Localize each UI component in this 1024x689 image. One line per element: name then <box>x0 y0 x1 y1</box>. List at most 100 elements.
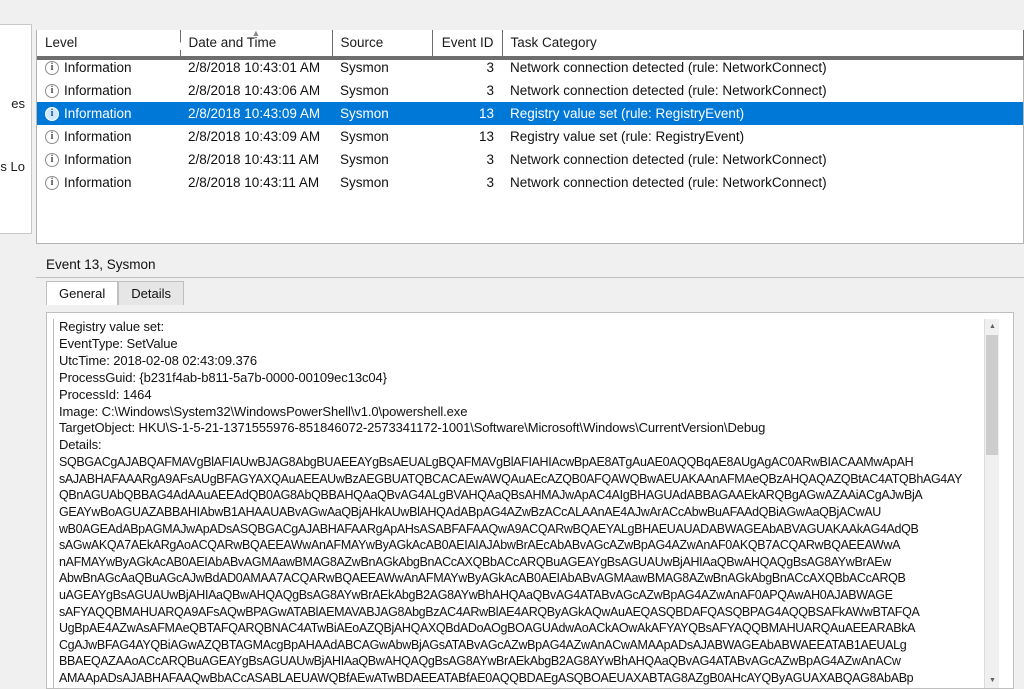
cell-level: i Information <box>37 171 180 194</box>
tab-details[interactable]: Details <box>118 281 184 305</box>
information-icon: i <box>45 60 59 75</box>
column-header-datetime[interactable]: ▲ Date and Time <box>180 28 333 57</box>
table-row-selected[interactable]: i Information 2/8/2018 10:43:09 AM Sysmo… <box>37 102 1023 125</box>
event-line: ProcessId: 1464 <box>59 386 152 402</box>
column-header-source-label: Source <box>340 35 384 51</box>
cell-datetime: 2/8/2018 10:43:09 AM <box>180 102 332 125</box>
cell-level: i Information <box>37 125 180 148</box>
encoded-payload-line: GEAYwBoAGUAZABBAHIAbwB1AHAAUABvAGwAaQBjA… <box>59 505 881 520</box>
cell-level-label: Information <box>64 60 132 76</box>
cell-category: Network connection detected (rule: Netwo… <box>510 83 827 98</box>
event-detail-body[interactable]: Registry value set: EventType: SetValue … <box>46 312 1014 689</box>
encoded-payload-line: QBnAGUAbQBBAG4AdAAuAEEAdQB0AG8AbQBBAHQAa… <box>59 488 923 503</box>
navigation-tree[interactable]: es es Lo <box>0 24 32 234</box>
column-header-level[interactable]: Level <box>37 30 181 57</box>
scroll-down-icon[interactable]: ▼ <box>985 673 999 688</box>
encoded-payload-line: uAGEAYgBsAGUAUwBjAHIAaQBwAHQAQgBsAG8AYwB… <box>59 588 893 602</box>
event-line: Image: C:\Windows\System32\WindowsPowerS… <box>59 403 468 419</box>
scroll-up-icon[interactable]: ▲ <box>985 319 999 334</box>
detail-tabstrip: General Details <box>36 278 1024 305</box>
cell-category: Network connection detected (rule: Netwo… <box>510 175 827 190</box>
main-content: registryautorun Number of events: 6 Leve… <box>36 0 1024 689</box>
table-row[interactable]: i Information 2/8/2018 10:43:11 AM Sysmo… <box>37 148 1023 171</box>
cell-source: Sysmon <box>340 152 389 167</box>
event-table-body: i Information 2/8/2018 10:43:01 AM Sysmo… <box>37 56 1023 194</box>
encoded-payload-line: sAGwAKQA7AEkARgAoACQARwBQAEEAWwAnAFMAYwB… <box>59 538 901 553</box>
information-icon: i <box>45 152 59 167</box>
event-line: ProcessGuid: {b231f4ab-b811-5a7b-0000-00… <box>59 369 387 385</box>
cell-eventid: 13 <box>478 129 494 144</box>
encoded-payload-line: BBAEQAZAAoACcARQBuAGEAYgBsAGUAUwBjAHIAaQ… <box>59 654 901 669</box>
event-detail-title: Event 13, Sysmon <box>46 257 156 272</box>
encoded-payload-line: sAFYAQQBMAHUARQA9AFsAQwBPAGwATABlAEMAVAB… <box>59 604 920 619</box>
information-icon: i <box>45 83 59 98</box>
cell-source: Sysmon <box>340 175 389 190</box>
information-icon: i <box>45 129 59 144</box>
table-row[interactable]: i Information 2/8/2018 10:43:11 AM Sysmo… <box>37 171 1023 194</box>
cell-source: Sysmon <box>332 102 432 125</box>
cell-category: Registry value set (rule: RegistryEvent) <box>510 129 745 144</box>
event-line: EventType: SetValue <box>59 335 178 351</box>
cell-eventid: 3 <box>486 83 494 98</box>
cell-datetime: 2/8/2018 10:43:11 AM <box>188 175 320 190</box>
tree-item-1[interactable]: es Lo <box>0 158 27 175</box>
event-table-header-row: Level ▲ Date and Time Source Event ID Ta… <box>37 28 1023 57</box>
cell-level-label: Information <box>64 175 132 190</box>
cell-eventid: 3 <box>486 175 494 190</box>
cell-level-label: Information <box>64 152 132 167</box>
tab-general-label: General <box>59 286 106 301</box>
column-header-eventid-label: Event ID <box>441 35 494 51</box>
column-header-eventid[interactable]: Event ID <box>432 30 503 57</box>
event-detail-pane: Event 13, Sysmon General Details Registr… <box>36 252 1024 689</box>
table-row[interactable]: i Information 2/8/2018 10:43:09 AM Sysmo… <box>37 125 1023 148</box>
event-line: TargetObject: HKU\S-1-5-21-1371555976-85… <box>59 420 766 436</box>
cell-eventid: 13 <box>432 102 502 125</box>
event-list-pane: registryautorun Number of events: 6 Leve… <box>36 28 1024 244</box>
scrollbar-thumb[interactable] <box>986 335 998 455</box>
encoded-payload-block: SQBGACgAJABQAFMAVgBlAFIAUwBJAG8AbgBUAEEA… <box>59 454 999 688</box>
encoded-payload-line: sAJABHAFAAARgA9AFsAUgBFAGYAXQAuAEEAUwBzA… <box>59 471 962 486</box>
cell-level: i Information <box>37 148 180 171</box>
navigation-pane: es es Lo <box>0 0 36 689</box>
encoded-payload-line: CgAJwBFAG4AYQBiAGwAZQBTAGMAcgBpAHAAdABCA… <box>59 637 907 652</box>
table-row[interactable]: i Information 2/8/2018 10:43:06 AM Sysmo… <box>37 79 1023 102</box>
tab-details-label: Details <box>131 286 171 301</box>
event-line: UtcTime: 2018-02-08 02:43:09.376 <box>59 352 257 368</box>
encoded-payload-line: AMAApADsAJABHAFAAQwBbACcASABLAEUAWQBfAEw… <box>59 670 914 685</box>
event-detail-header: Event 13, Sysmon <box>36 252 1024 278</box>
information-icon: i <box>45 106 59 121</box>
column-header-level-label: Level <box>45 35 78 51</box>
event-viewer-window: es es Lo registryautorun Number of event… <box>0 0 1024 689</box>
cell-datetime: 2/8/2018 10:43:09 AM <box>188 129 321 144</box>
tab-general[interactable]: General <box>46 281 119 305</box>
cell-eventid: 3 <box>486 152 494 167</box>
encoded-payload-line: AbwBnAGcAaQBuAGcAJwBdAD0AMAA7ACQARwBQAEE… <box>59 571 906 586</box>
cell-datetime: 2/8/2018 10:43:11 AM <box>188 152 320 167</box>
event-description-area: Registry value set: EventType: SetValue … <box>53 319 999 688</box>
encoded-payload-line: AGMAaQBlAHMAXABNAGkAYwByAG8AcwBvAGYAdABc… <box>59 687 999 689</box>
cell-level-label: Information <box>64 129 132 144</box>
column-header-datetime-label: Date and Time <box>188 35 277 51</box>
column-header-category[interactable]: Task Category <box>502 30 1023 57</box>
cell-datetime: 2/8/2018 10:43:06 AM <box>188 83 321 98</box>
cell-level-label: Information <box>64 106 132 121</box>
cell-source: Sysmon <box>340 83 389 98</box>
encoded-payload-line: nAFMAYwByAGkAcAB0AEIAbABvAGMAawBMAG8AZwB… <box>59 554 891 569</box>
event-description-text: Registry value set: EventType: SetValue … <box>53 319 999 688</box>
sort-ascending-icon: ▲ <box>251 28 261 38</box>
tree-item-0[interactable]: es <box>0 95 27 112</box>
encoded-payload-line: SQBGACgAJABQAFMAVgBlAFIAUwBJAG8AbgBUAEEA… <box>59 455 914 470</box>
information-icon: i <box>45 175 59 190</box>
cell-level: i Information <box>37 102 180 125</box>
cell-category: Network connection detected (rule: Netwo… <box>510 152 827 167</box>
column-header-source[interactable]: Source <box>332 30 433 57</box>
cell-source: Sysmon <box>340 129 389 144</box>
event-table: Level ▲ Date and Time Source Event ID Ta… <box>37 28 1023 194</box>
pane-splitter[interactable] <box>36 244 1024 252</box>
encoded-payload-line: UgBpAE4AZwAsAFMAeQBTAFQARQBNAC4ATwBiAEoA… <box>59 621 916 636</box>
event-line: Details: <box>59 437 102 453</box>
encoded-payload-line: wB0AGEAdABpAGMAJwApADsASQBGACgAJABHAFAAR… <box>59 521 919 536</box>
detail-vertical-scrollbar[interactable]: ▲ ▼ <box>984 319 999 688</box>
cell-category: Registry value set (rule: RegistryEvent) <box>502 102 1023 125</box>
cell-level: i Information <box>37 79 180 102</box>
